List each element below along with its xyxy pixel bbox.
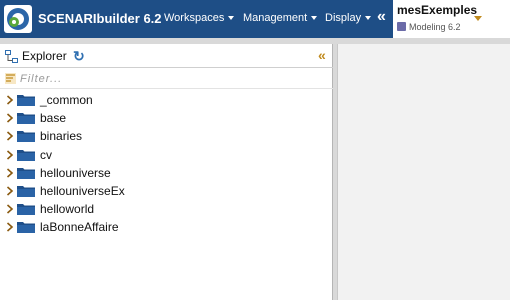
menu-management-label: Management (243, 12, 308, 24)
folder-icon (17, 185, 35, 197)
tree-item-label: laBonneAffaire (40, 220, 119, 235)
chevron-down-icon (311, 16, 318, 21)
filter-icon (5, 73, 16, 84)
tree-item[interactable]: _common (0, 91, 333, 109)
workspace-name: mesExemples (397, 3, 478, 17)
chevron-down-icon (228, 16, 235, 21)
collapse-left-icon[interactable]: « (377, 8, 386, 26)
menu-workspaces[interactable]: Workspaces (164, 12, 235, 24)
folder-icon (17, 204, 35, 216)
workspace-selector[interactable]: mesExemples Modeling 6.2 (393, 0, 510, 38)
tree-item[interactable]: hellouniverseEx (0, 182, 333, 200)
filter-row (0, 69, 333, 89)
tree-item-label: helloworld (40, 202, 95, 217)
chevron-down-icon (365, 16, 372, 21)
chevron-right-icon[interactable] (6, 149, 14, 160)
workspace-model: Modeling 6.2 (409, 22, 461, 32)
folder-icon (17, 131, 35, 143)
tree-item-label: binaries (40, 129, 83, 144)
folder-icon (17, 149, 35, 161)
tree-item[interactable]: laBonneAffaire (0, 218, 333, 236)
chevron-right-icon[interactable] (6, 168, 14, 178)
chevron-right-icon[interactable] (6, 131, 14, 141)
explorer-tree-icon (5, 50, 18, 63)
tree-item[interactable]: cv (0, 146, 333, 164)
tree-item-label: cv (40, 147, 52, 162)
explorer-tree: _common base binaries cv hellouniverse h… (0, 91, 333, 237)
explorer-panel: Explorer ↻ « _common base binaries (0, 44, 333, 300)
filter-input[interactable] (20, 71, 320, 87)
collapse-panel-icon[interactable]: « (318, 47, 326, 63)
editor-area (337, 44, 510, 300)
tree-item[interactable]: binaries (0, 127, 333, 145)
folder-icon (17, 113, 35, 125)
tree-item[interactable]: hellouniverse (0, 164, 333, 182)
tree-item-label: _common (40, 93, 93, 107)
scenari-logo-icon[interactable] (4, 5, 32, 33)
tree-item-label: hellouniverse (40, 165, 111, 180)
menu-display[interactable]: Display (325, 12, 372, 24)
menu-display-label: Display (325, 12, 362, 24)
folder-icon (17, 167, 35, 179)
chevron-down-icon[interactable] (474, 16, 482, 21)
chevron-right-icon[interactable] (6, 186, 14, 196)
explorer-header: Explorer ↻ « (0, 44, 333, 68)
tree-item-label: hellouniverseEx (40, 183, 125, 198)
tree-item[interactable]: helloworld (0, 200, 333, 218)
menu-management[interactable]: Management (243, 12, 318, 24)
chevron-right-icon[interactable] (6, 222, 14, 232)
top-bar: SCENARIbuilder 6.2 Workspaces Management… (0, 0, 510, 38)
tree-item-label: base (40, 111, 67, 126)
explorer-title: Explorer (22, 49, 67, 63)
model-icon (397, 22, 406, 31)
chevron-right-icon[interactable] (6, 113, 14, 123)
tree-item[interactable]: base (0, 109, 333, 127)
chevron-right-icon[interactable] (6, 204, 14, 214)
app-title: SCENARIbuilder 6.2 (38, 11, 162, 26)
chevron-right-icon[interactable] (6, 95, 14, 105)
menu-workspaces-label: Workspaces (164, 12, 225, 24)
refresh-icon[interactable]: ↻ (73, 48, 85, 65)
folder-icon (17, 95, 35, 106)
folder-icon (17, 222, 35, 234)
